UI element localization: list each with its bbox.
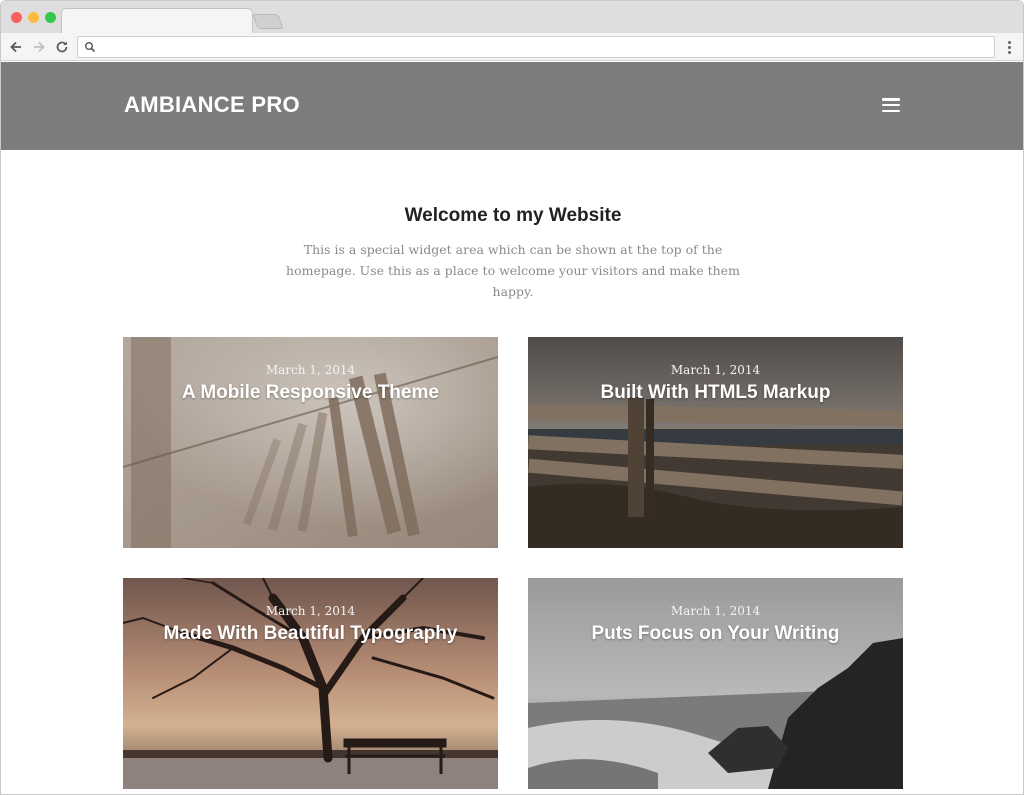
post-title[interactable]: Built With HTML5 Markup [528,382,903,404]
maximize-window-button[interactable] [45,12,56,23]
site-title[interactable]: AMBIANCE PRO [124,92,300,118]
tab-bar [1,1,1023,34]
close-window-button[interactable] [11,12,22,23]
address-bar[interactable] [77,36,995,58]
search-icon [85,42,96,53]
more-vertical-icon[interactable] [1003,38,1015,56]
post-card[interactable]: March 1, 2014 Puts Focus on Your Writing [528,578,903,789]
post-title[interactable]: Made With Beautiful Typography [123,623,498,645]
post-card[interactable]: March 1, 2014 A Mobile Responsive Theme [123,337,498,548]
browser-toolbar [1,33,1023,61]
browser-tab-active[interactable] [61,8,253,34]
post-date: March 1, 2014 [265,363,356,377]
post-card[interactable]: March 1, 2014 Built With HTML5 Markup [528,337,903,548]
back-arrow-icon[interactable] [7,38,25,56]
browser-window: AMBIANCE PRO Welcome to my Website This … [0,0,1024,795]
site-header: AMBIANCE PRO [1,62,1023,150]
welcome-text: This is a special widget area which can … [286,242,740,299]
hamburger-menu-icon[interactable] [882,98,900,112]
post-card[interactable]: March 1, 2014 Made With Beautiful Typogr… [123,578,498,789]
reload-icon[interactable] [53,38,71,56]
minimize-window-button[interactable] [28,12,39,23]
welcome-widget: Welcome to my Website This is a special … [1,201,1023,302]
forward-arrow-icon[interactable] [30,38,48,56]
post-date: March 1, 2014 [670,604,761,618]
post-title[interactable]: A Mobile Responsive Theme [123,382,498,404]
welcome-title: Welcome to my Website [404,205,622,226]
new-tab-button[interactable] [252,14,284,29]
url-input[interactable] [100,39,980,55]
post-title[interactable]: Puts Focus on Your Writing [528,623,903,645]
post-date: March 1, 2014 [265,604,356,618]
post-date: March 1, 2014 [670,363,761,377]
